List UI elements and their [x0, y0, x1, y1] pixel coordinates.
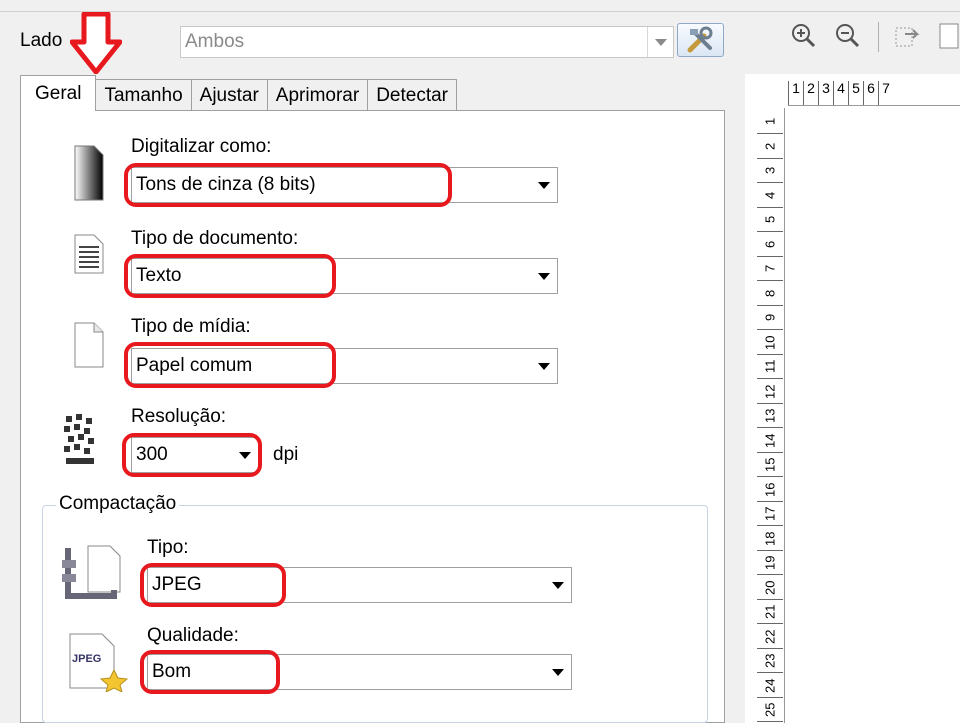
ruler-tick-label: 13	[757, 404, 783, 428]
ruler-tick-label: 15	[757, 453, 783, 477]
scan-as-label: Digitalizar como:	[131, 136, 272, 157]
ruler-tick-label: 17	[757, 502, 783, 526]
compression-type-label: Tipo:	[147, 537, 189, 558]
tab-tamanho[interactable]: Tamanho	[95, 79, 192, 111]
ruler-tick-label: 3	[818, 81, 833, 105]
rotate-icon[interactable]	[893, 22, 921, 50]
ruler-tick-label: 4	[757, 183, 783, 208]
settings-tabs: Geral Tamanho Ajustar Aprimorar Detectar	[20, 75, 457, 111]
ruler-tick-label: 1	[757, 110, 783, 134]
tab-label: Tamanho	[104, 84, 183, 106]
ruler-tick-label: 4	[833, 81, 848, 105]
color-mode-icon	[74, 145, 104, 201]
tab-ajustar[interactable]: Ajustar	[190, 79, 268, 111]
ruler-tick-label: 24	[757, 673, 783, 698]
highlight-scan-as	[124, 163, 452, 207]
ruler-tick-label: 18	[757, 526, 783, 551]
preview-canvas	[788, 108, 960, 723]
highlight-compression-type	[140, 563, 286, 607]
ruler-tick-label: 22	[757, 624, 783, 649]
page-icon[interactable]	[938, 22, 960, 50]
ruler-tick-label: 1	[788, 81, 803, 105]
tab-geral[interactable]: Geral	[20, 75, 97, 111]
tab-aprimorar[interactable]: Aprimorar	[266, 79, 369, 111]
ruler-tick-label: 9	[757, 306, 783, 330]
compression-group	[42, 505, 708, 723]
jpeg-quality-icon: JPEG	[69, 633, 129, 692]
chevron-down-icon[interactable]	[531, 349, 557, 383]
tab-label: Ajustar	[199, 84, 259, 106]
ruler-tick-label: 2	[803, 81, 818, 105]
text-document-icon	[74, 234, 104, 274]
media-type-label: Tipo de mídia:	[131, 316, 251, 337]
doc-type-label: Tipo de documento:	[131, 228, 299, 249]
compression-title: Compactação	[56, 493, 180, 515]
side-select-value: Ambos	[185, 31, 245, 52]
tab-detectar[interactable]: Detectar	[367, 79, 457, 111]
tools-icon	[687, 26, 712, 53]
zoom-out-icon[interactable]	[834, 22, 860, 48]
vertical-ruler: 1 2 3 4 5 6 7 8 9 10 11 12 13 14 15 16 17 18 19 20 21 22 23 24 2…	[755, 108, 785, 723]
ruler-tick-label: 7	[878, 81, 893, 105]
ruler-tick-label: 3	[757, 159, 783, 183]
chevron-down-icon[interactable]	[531, 168, 557, 202]
quality-label: Qualidade:	[147, 625, 239, 646]
chevron-down-icon[interactable]	[545, 568, 571, 602]
window-top-edge	[0, 0, 960, 12]
compression-clamp-icon	[62, 545, 121, 599]
ruler-tick-label: 2	[757, 134, 783, 159]
ruler-tick-label: 23	[757, 649, 783, 673]
zoom-in-icon[interactable]	[790, 22, 816, 48]
ruler-tick-label: 25	[757, 698, 783, 722]
ruler-tick-label: 11	[757, 355, 783, 379]
tab-label: Aprimorar	[275, 84, 360, 106]
horizontal-ruler: 1234567	[788, 78, 960, 106]
ruler-tick-label: 16	[757, 477, 783, 502]
blank-page-icon	[74, 322, 104, 368]
chevron-down-icon[interactable]	[531, 259, 557, 293]
ruler-tick-label: 10	[757, 330, 783, 355]
ruler-tick-label: 6	[757, 232, 783, 257]
highlight-quality	[140, 650, 280, 694]
ruler-tick-label: 12	[757, 379, 783, 404]
ruler-tick-label: 5	[848, 81, 863, 105]
tools-button[interactable]	[677, 23, 724, 57]
highlight-resolution	[122, 433, 262, 477]
chevron-down-icon[interactable]	[647, 27, 673, 57]
ruler-tick-label: 21	[757, 600, 783, 624]
tab-label: Geral	[35, 82, 82, 104]
down-arrow-annotation	[70, 12, 122, 74]
ruler-tick-label: 20	[757, 575, 783, 600]
ruler-tick-label: 8	[757, 281, 783, 306]
chevron-down-icon[interactable]	[545, 655, 571, 689]
highlight-doc-type	[124, 254, 336, 298]
ruler-tick-label: 14	[757, 428, 783, 453]
dpi-unit: dpi	[273, 444, 299, 465]
ruler-tick-label: 6	[863, 81, 878, 105]
resolution-icon	[64, 414, 94, 464]
ruler-tick-label: 19	[757, 551, 783, 575]
tab-label: Detectar	[376, 84, 448, 106]
side-select[interactable]: Ambos	[180, 26, 674, 58]
ruler-tick-label: 7	[757, 257, 783, 281]
resolution-label: Resolução:	[131, 406, 227, 427]
ruler-tick-label: 5	[757, 208, 783, 232]
jpeg-icon-label: JPEG	[72, 653, 101, 665]
highlight-media-type	[124, 342, 336, 388]
side-label: Lado	[20, 30, 63, 51]
toolbar-separator	[878, 22, 879, 52]
